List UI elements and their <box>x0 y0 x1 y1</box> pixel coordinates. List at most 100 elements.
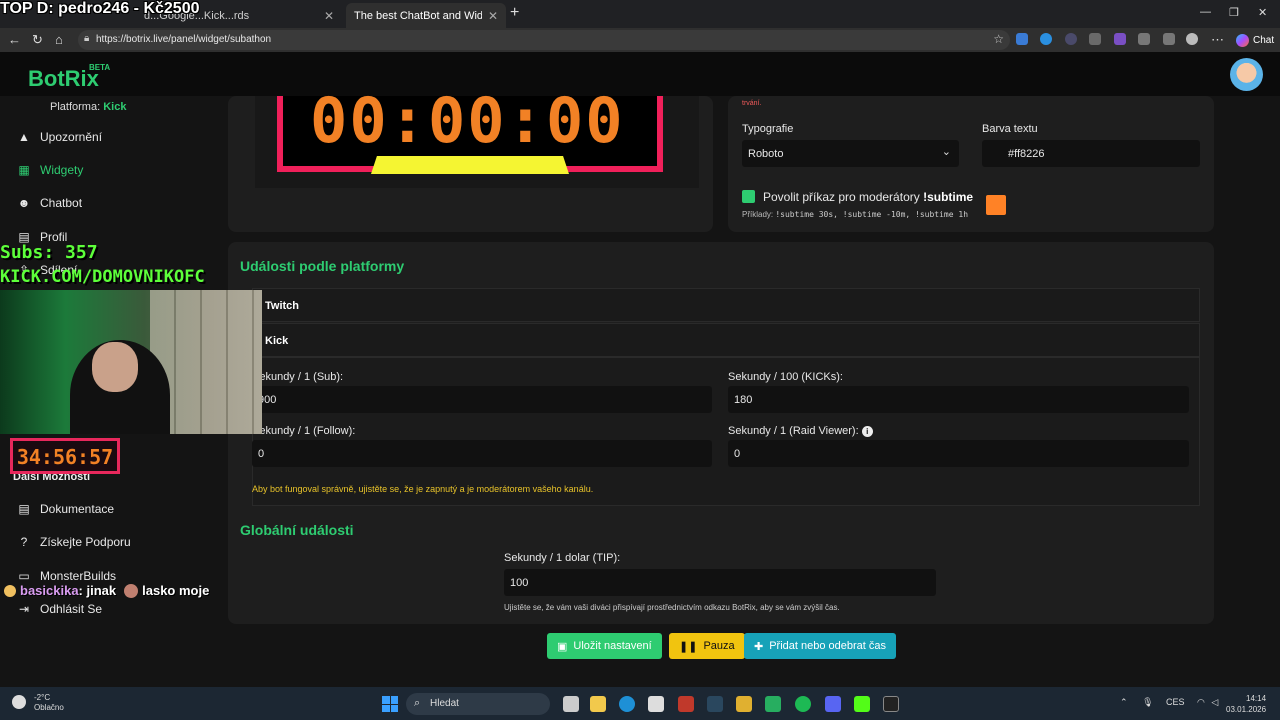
volume-icon[interactable]: ◁ <box>1211 697 1218 707</box>
mod-command-text: Povolit příkaz pro moderátory <box>763 190 920 204</box>
chevron-up-icon[interactable]: ⌃ <box>1120 697 1128 707</box>
tab-label: The best ChatBot and Widgets for <box>354 9 482 22</box>
extension-icon[interactable] <box>1040 33 1052 45</box>
copilot-chat-button[interactable]: Chat <box>1232 31 1278 49</box>
accordion-kick[interactable]: Kick <box>252 323 1200 357</box>
global-events-title: Globální události <box>240 522 354 538</box>
sidebar-item-label: Získejte Podporu <box>40 535 131 549</box>
extension-icon[interactable] <box>1065 33 1077 45</box>
steam-icon[interactable] <box>707 696 723 712</box>
address-bar-row: ← ↻ ⌂ 🔒︎ https://botrix.live/panel/widge… <box>0 28 1280 52</box>
epic-games-icon[interactable] <box>883 696 899 712</box>
url-field[interactable]: 🔒︎ https://botrix.live/panel/widget/suba… <box>78 30 1010 50</box>
tip-seconds-value: 100 <box>510 577 529 589</box>
more-menu-icon[interactable]: ⋯ <box>1211 32 1224 48</box>
home-icon[interactable]: ⌂ <box>55 32 63 47</box>
task-view-icon[interactable] <box>563 696 579 712</box>
raid-seconds-input[interactable]: 0 <box>728 440 1189 467</box>
sidebar-item-logout[interactable]: ⇥ Odhlásit Se <box>17 599 102 619</box>
maximize-icon[interactable]: ❐ <box>1229 6 1239 19</box>
sidebar-item-label: Chatbot <box>40 196 83 210</box>
new-tab-icon[interactable]: + <box>510 4 519 22</box>
tab-botrix[interactable]: The best ChatBot and Widgets for ✕ <box>346 3 506 28</box>
typography-label: Typografie <box>742 123 794 135</box>
bot-moderator-warning: Aby bot fungoval správně, ujistěte se, ž… <box>252 484 594 494</box>
chat-label: Chat <box>1253 34 1275 46</box>
sidebar-item-widgets[interactable]: ▦ Widgety <box>17 160 83 180</box>
profile-icon[interactable] <box>1186 33 1198 45</box>
store-icon[interactable] <box>648 696 664 712</box>
tip-note: Ujistěte se, že vám vaši diváci přispíva… <box>504 603 840 612</box>
sidebar-item-chatbot[interactable]: ☻ Chatbot <box>17 193 82 213</box>
timer-preview-digits: 00:00:00 <box>310 84 625 157</box>
kick-app-icon[interactable] <box>854 696 870 712</box>
mod-command-label: Povolit příkaz pro moderátory !subtime <box>763 190 973 204</box>
chat-text-2: lasko moje <box>142 583 210 598</box>
weather-text: -2°C Oblačno <box>34 693 64 713</box>
raid-seconds-value: 0 <box>734 448 741 460</box>
app-icon[interactable] <box>765 696 781 712</box>
sub-seconds-input[interactable]: 900 <box>252 386 712 413</box>
kicks-seconds-label: Sekundy / 100 (KICKs): <box>728 371 843 383</box>
help-icon: ? <box>20 535 28 549</box>
extension-icon[interactable] <box>1114 33 1126 45</box>
sidebar-item-alerts[interactable]: ▲ Upozornění <box>17 127 102 147</box>
clock[interactable]: 14:14 03.01.2026 <box>1226 693 1266 715</box>
chat-emote-icon <box>4 584 16 597</box>
avatar[interactable] <box>1230 58 1263 91</box>
favorites-icon[interactable] <box>1163 33 1175 45</box>
edge-icon[interactable] <box>619 696 635 712</box>
chat-emote-icon <box>124 583 139 598</box>
sidebar-item-support[interactable]: ? Získejte Podporu <box>17 532 131 552</box>
file-explorer-icon[interactable] <box>590 696 606 712</box>
app-icon[interactable] <box>678 696 694 712</box>
stream-top-donor: TOP D: pedro246 - Kč2500 <box>0 0 200 17</box>
warning-icon: ▲ <box>18 130 30 144</box>
kicks-seconds-input[interactable]: 180 <box>728 386 1189 413</box>
app-icon[interactable] <box>736 696 752 712</box>
close-icon[interactable]: ✕ <box>488 9 498 23</box>
spotify-icon[interactable] <box>795 696 811 712</box>
sidebar-item-label: Odhlásit Se <box>40 602 103 616</box>
windows-taskbar: -2°C Oblačno ⌕ Hledat ⌃ 🎙︎ CES ◠ ◁ 14:14… <box>0 687 1280 720</box>
taskbar-search[interactable]: ⌕ Hledat <box>406 693 550 715</box>
webcam-overlay <box>0 290 262 434</box>
windows-start-icon[interactable] <box>382 696 398 712</box>
text-color-value: #ff8226 <box>1008 148 1045 160</box>
pause-button[interactable]: ❚❚ Pauza <box>669 633 745 659</box>
close-icon[interactable]: ✕ <box>324 9 334 23</box>
color-swatch[interactable] <box>986 195 1006 215</box>
back-icon[interactable]: ← <box>8 32 21 47</box>
robot-icon: ☻ <box>17 196 31 210</box>
stream-subathon-timer: 34:56:57 <box>10 438 120 474</box>
system-tray[interactable]: ⌃ 🎙︎ CES ◠ ◁ <box>1120 697 1218 708</box>
typography-select[interactable]: Roboto ⌄ <box>742 140 959 167</box>
mod-command-checkbox[interactable] <box>742 190 755 203</box>
wifi-icon[interactable]: ◠ <box>1197 697 1205 707</box>
copilot-icon <box>1236 33 1249 47</box>
tip-seconds-input[interactable]: 100 <box>504 569 936 596</box>
extension-icon[interactable] <box>1089 33 1101 45</box>
discord-icon[interactable] <box>825 696 841 712</box>
text-color-input[interactable]: #ff8226 <box>982 140 1200 167</box>
window-close-icon[interactable]: ✕ <box>1258 6 1267 19</box>
save-button[interactable]: ▣ Uložit nastavení <box>547 633 662 659</box>
accordion-twitch[interactable]: Twitch <box>252 288 1200 322</box>
search-icon: ⌕ <box>414 697 421 709</box>
reload-icon[interactable]: ↻ <box>32 32 43 48</box>
info-icon[interactable]: i <box>861 426 873 437</box>
save-label: Uložit nastavení <box>573 640 652 652</box>
extension-icon[interactable] <box>1016 33 1028 45</box>
language-indicator[interactable]: CES <box>1166 697 1185 707</box>
bookmark-star-icon[interactable]: ☆ <box>993 32 1004 46</box>
document-icon: ▤ <box>18 502 30 516</box>
grid-icon: ▦ <box>18 163 30 177</box>
weather-desc: Oblačno <box>34 703 64 712</box>
sidebar-item-label: Dokumentace <box>40 502 115 516</box>
follow-seconds-input[interactable]: 0 <box>252 440 712 467</box>
sidebar-item-docs[interactable]: ▤ Dokumentace <box>17 499 114 519</box>
add-time-button[interactable]: ✚ Přidat nebo odebrat čas <box>744 633 897 659</box>
microphone-icon[interactable]: 🎙︎ <box>1142 697 1153 707</box>
extensions-puzzle-icon[interactable] <box>1138 33 1150 45</box>
minimize-icon[interactable]: — <box>1200 6 1211 18</box>
